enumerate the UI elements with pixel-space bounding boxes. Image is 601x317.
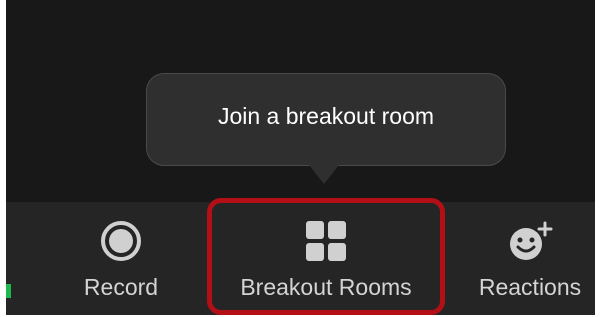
record-label: Record [83,274,159,300]
breakout-rooms-icon [304,219,348,263]
tooltip-text: Join a breakout room [217,103,435,129]
record-icon [99,219,143,263]
record-button[interactable]: Record [68,206,174,310]
add-reaction-icon [506,219,554,263]
reactions-label: Reactions [478,274,582,300]
active-indicator [6,284,11,298]
breakout-rooms-button[interactable]: Breakout Rooms [214,206,438,310]
tooltip-arrow [309,165,339,184]
breakout-rooms-label: Breakout Rooms [240,274,412,300]
reactions-button[interactable]: Reactions [467,206,593,310]
breakout-tooltip: Join a breakout room [146,73,506,166]
zoom-meeting-screenshot: Join a breakout room Record Breakout Roo… [0,0,601,317]
